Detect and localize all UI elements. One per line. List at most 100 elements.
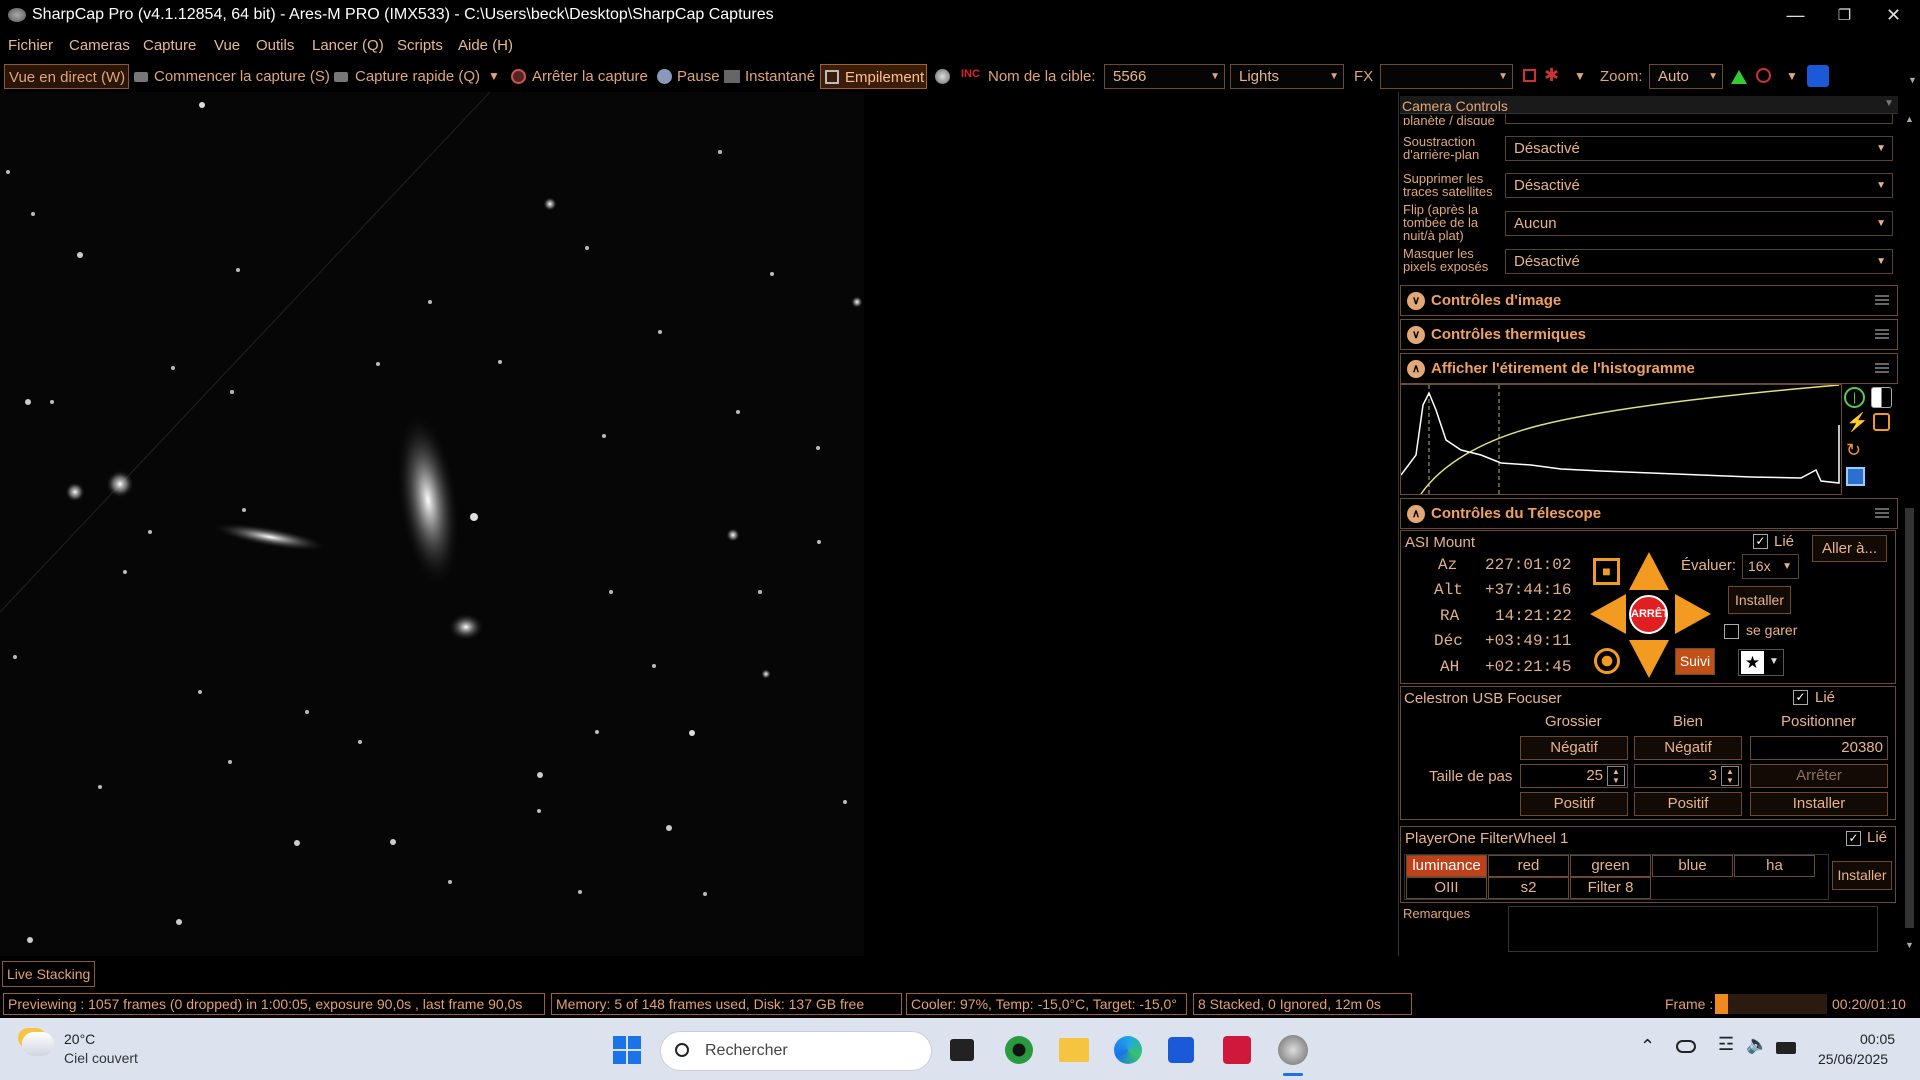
focuser-install-button[interactable]: Installer <box>1750 792 1888 816</box>
pause-button[interactable]: Pause <box>677 64 720 89</box>
histogram-display[interactable] <box>1400 384 1842 495</box>
fine-negative-button[interactable]: Négatif <box>1634 736 1742 760</box>
app-icon-red[interactable] <box>1223 1036 1251 1064</box>
menu-cameras[interactable]: Cameras <box>69 37 130 54</box>
menu-vue[interactable]: Vue <box>214 37 240 54</box>
filter-blue[interactable]: blue <box>1652 855 1733 877</box>
live-stacking-tab[interactable]: Live Stacking <box>2 961 95 987</box>
stop-capture-button[interactable]: Arrêter la capture <box>532 64 648 89</box>
focuser-linked-checkbox[interactable]: ✓ <box>1793 690 1808 705</box>
crosshair-icon[interactable]: ✱ <box>1544 65 1559 86</box>
weather-temp[interactable]: 20°C <box>64 1031 95 1047</box>
mount-setup-button[interactable]: Installer <box>1728 586 1791 614</box>
red-square-icon[interactable] <box>1523 69 1536 82</box>
weather-icon[interactable] <box>22 1032 54 1056</box>
file-explorer-icon[interactable] <box>1059 1038 1089 1062</box>
windows-start-icon[interactable] <box>613 1036 641 1064</box>
spinner-icon[interactable]: ▲ ▼ <box>1721 766 1739 786</box>
spiral-search-icon[interactable]: ■ <box>1593 558 1620 585</box>
target-dropdown-icon[interactable]: ▼ <box>1786 64 1798 89</box>
taskbar-search[interactable]: Rechercher <box>660 1031 932 1071</box>
hamburger-icon[interactable] <box>1875 363 1889 373</box>
target-name-input[interactable]: 5566 ▼ <box>1104 64 1225 89</box>
satellite-trails-select[interactable]: Désactivé ▼ <box>1505 173 1893 198</box>
volume-icon[interactable]: 🔈 <box>1746 1034 1768 1055</box>
chevron-up-icon[interactable]: ⌃ <box>1640 1036 1655 1057</box>
filterwheel-install-button[interactable]: Installer <box>1832 861 1892 890</box>
crosshair-dropdown-icon[interactable]: ▼ <box>1574 64 1586 89</box>
menu-outils[interactable]: Outils <box>256 37 294 54</box>
arrow-down-icon[interactable] <box>1629 640 1669 678</box>
zoom-select[interactable]: Auto ▼ <box>1649 64 1723 89</box>
mask-exposed-select[interactable]: Désactivé ▼ <box>1505 249 1893 274</box>
menu-lancer[interactable]: Lancer (Q) <box>312 37 384 54</box>
scroll-down-icon[interactable]: ▼ <box>1905 940 1914 950</box>
hamburger-icon[interactable] <box>1875 508 1889 518</box>
live-view-button[interactable]: Vue en direct (W) <box>4 64 129 89</box>
restore-button[interactable]: ❐ <box>1817 0 1872 31</box>
coarse-negative-button[interactable]: Négatif <box>1520 736 1628 760</box>
filter-ha[interactable]: ha <box>1734 855 1815 877</box>
fx-select[interactable]: ▼ <box>1380 64 1513 89</box>
quick-capture-button[interactable]: Capture rapide (Q) <box>355 64 480 89</box>
section-telescope-controls[interactable]: ∧ Contrôles du Télescope <box>1400 498 1898 529</box>
menu-fichier[interactable]: Fichier <box>8 37 53 54</box>
wifi-icon[interactable]: ☲ <box>1718 1034 1734 1055</box>
background-subtraction-select[interactable]: Désactivé ▼ <box>1505 136 1893 161</box>
mount-linked-checkbox[interactable]: ✓ <box>1753 534 1768 549</box>
histogram-icon[interactable] <box>1731 70 1747 84</box>
focuser-stop-button[interactable]: Arrêter <box>1750 764 1888 788</box>
quick-capture-dropdown-icon[interactable]: ▼ <box>488 64 500 89</box>
preview-image[interactable] <box>0 92 864 956</box>
position-value-field[interactable]: 20380 <box>1750 736 1888 760</box>
coarse-step-input[interactable]: 25 ▲ ▼ <box>1520 764 1628 788</box>
star-select[interactable]: ★ ▼ <box>1738 649 1784 676</box>
park-checkbox[interactable] <box>1724 624 1739 639</box>
save-icon[interactable] <box>1846 467 1865 486</box>
filterwheel-linked-checkbox[interactable]: ✓ <box>1846 831 1861 846</box>
goto-button[interactable]: Aller à... <box>1812 535 1887 562</box>
fine-step-input[interactable]: 3 ▲ ▼ <box>1634 764 1742 788</box>
app-icon-green[interactable] <box>1005 1036 1033 1064</box>
tracking-button[interactable]: Suivi <box>1675 648 1715 675</box>
arrow-up-icon[interactable] <box>1629 552 1669 590</box>
filter-green[interactable]: green <box>1570 855 1651 877</box>
clock-date[interactable]: 25/06/2025 <box>1818 1051 1888 1067</box>
arrow-left-icon[interactable] <box>1590 594 1626 634</box>
power-icon[interactable]: | <box>1844 387 1865 408</box>
section-histogram[interactable]: ∧ Afficher l'étirement de l'histogramme <box>1400 353 1898 384</box>
moon-icon[interactable] <box>935 69 950 84</box>
wand-icon[interactable] <box>1807 65 1829 87</box>
panel-menu-icon[interactable]: ▼ <box>1884 98 1894 109</box>
target-circle-icon[interactable] <box>1756 68 1771 83</box>
sharpcap-logo-icon[interactable]: INC <box>961 68 980 80</box>
menu-scripts[interactable]: Scripts <box>397 37 443 54</box>
filter-oiii[interactable]: OIII <box>1406 877 1487 899</box>
arrow-right-icon[interactable] <box>1675 594 1711 634</box>
hamburger-icon[interactable] <box>1875 295 1889 305</box>
stop-mount-button[interactable]: ARRÊTE <box>1629 595 1668 634</box>
edge-icon[interactable] <box>1114 1036 1142 1064</box>
task-view-icon[interactable] <box>950 1039 974 1061</box>
reset-icon[interactable]: ↻ <box>1846 440 1861 461</box>
rate-select[interactable]: 16x ▼ <box>1742 554 1799 579</box>
panel-scrollbar[interactable]: ▲ ▼ <box>1902 114 1917 954</box>
frame-type-select[interactable]: Lights ▼ <box>1230 64 1344 89</box>
lock-icon[interactable] <box>1873 413 1890 431</box>
hamburger-icon[interactable] <box>1875 329 1889 339</box>
weather-desc[interactable]: Ciel couvert <box>64 1050 138 1066</box>
clock-time[interactable]: 00:05 <box>1860 1031 1895 1047</box>
store-icon[interactable] <box>1168 1037 1194 1063</box>
cloud-off-icon[interactable] <box>1676 1040 1696 1053</box>
scrollbar-thumb[interactable] <box>1905 508 1914 928</box>
fine-positive-button[interactable]: Positif <box>1634 792 1742 816</box>
filter-red[interactable]: red <box>1488 855 1569 877</box>
scroll-up-icon[interactable]: ▲ <box>1905 114 1914 124</box>
spinner-icon[interactable]: ▲ ▼ <box>1607 766 1625 786</box>
sun-target-icon[interactable] <box>1594 648 1620 674</box>
filter-luminance[interactable]: luminance <box>1406 855 1487 877</box>
section-thermal-controls[interactable]: ∨ Contrôles thermiques <box>1400 319 1898 350</box>
coarse-positive-button[interactable]: Positif <box>1520 792 1628 816</box>
snapshot-button[interactable]: Instantané <box>745 64 815 89</box>
contrast-icon[interactable] <box>1871 387 1892 408</box>
